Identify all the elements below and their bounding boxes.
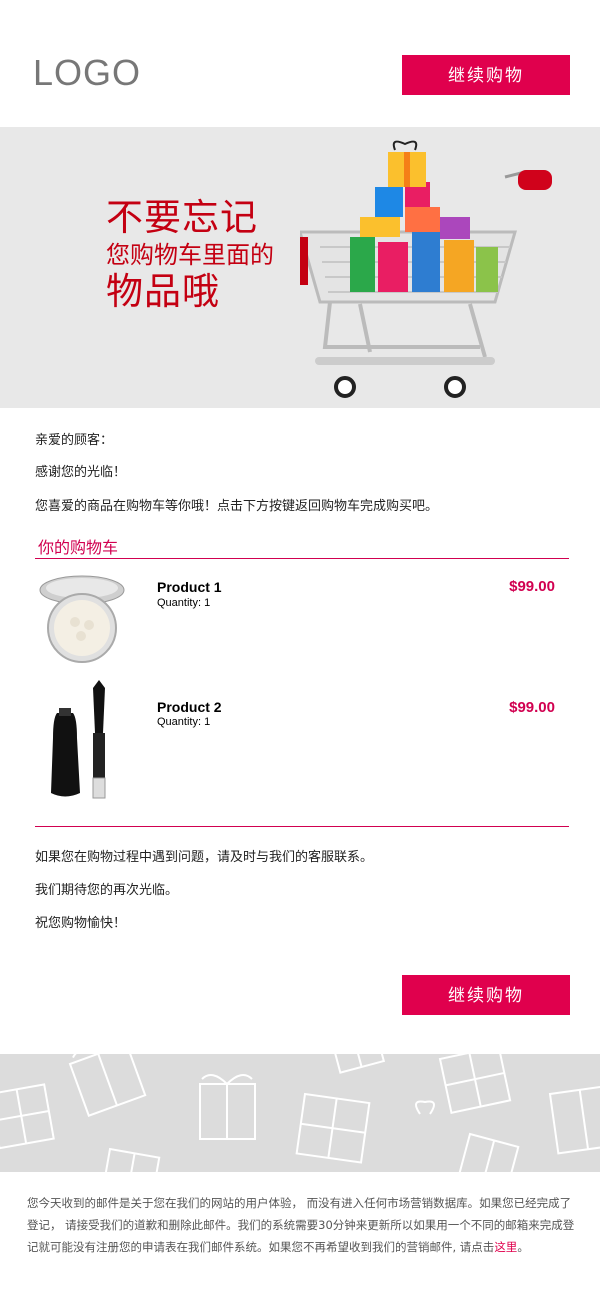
hero-line-2: 您购物车里面的 bbox=[106, 240, 274, 269]
greeting-text: 亲爱的顾客： bbox=[35, 433, 114, 448]
product-name[interactable]: Product 1 bbox=[157, 579, 222, 595]
continue-shopping-button[interactable]: 继续购物 bbox=[402, 975, 570, 1015]
gift-pattern-banner bbox=[0, 1054, 600, 1172]
product-price: $99.00 bbox=[509, 699, 555, 716]
cart-bottom-divider bbox=[35, 826, 569, 827]
header: LOGO 继续购物 bbox=[0, 0, 600, 127]
hero-headline: 不要忘记 您购物车里面的 物品哦 bbox=[106, 196, 274, 314]
footer-disclaimer: 您今天收到的邮件是关于您在我们的网站的用户体验， 而没有进入任何市场营销数据库。… bbox=[27, 1192, 575, 1258]
welcome-text: 我们期待您的再次光临。 bbox=[35, 883, 179, 898]
thanks-text: 感谢您的光临！ bbox=[35, 465, 127, 480]
unsubscribe-link[interactable]: 这里 bbox=[494, 1240, 517, 1254]
cart-title-divider bbox=[35, 558, 569, 559]
hero-banner: 不要忘记 您购物车里面的 物品哦 bbox=[0, 127, 600, 408]
footer-text: 您今天收到的邮件是关于您在我们的网站的用户体验， 而没有进入任何市场营销数据库。… bbox=[27, 1196, 575, 1254]
wish-text: 祝您购物愉快！ bbox=[35, 916, 127, 931]
product-price: $99.00 bbox=[509, 578, 555, 595]
product-quantity: Quantity: 1 bbox=[157, 597, 211, 609]
continue-shopping-button[interactable]: 继续购物 bbox=[402, 55, 570, 95]
reminder-text: 您喜爱的商品在购物车等你哦！点击下方按键返回购物车完成购买吧。 bbox=[35, 499, 439, 514]
cart-title: 你的购物车 bbox=[38, 538, 119, 557]
mascara-icon bbox=[51, 680, 106, 799]
logo: LOGO bbox=[33, 52, 142, 93]
hero-line-3: 物品哦 bbox=[106, 270, 220, 314]
shopping-cart-icon bbox=[300, 140, 552, 398]
product-name[interactable]: Product 2 bbox=[157, 699, 222, 715]
help-text: 如果您在购物过程中遇到问题，请及时与我们的客服联系。 bbox=[35, 850, 374, 865]
product-quantity: Quantity: 1 bbox=[157, 716, 211, 728]
gift-pattern-icon bbox=[0, 1054, 600, 1172]
hero-line-1: 不要忘记 bbox=[106, 196, 258, 239]
compact-powder-icon bbox=[39, 575, 125, 663]
footer-end: 。 bbox=[517, 1240, 529, 1254]
